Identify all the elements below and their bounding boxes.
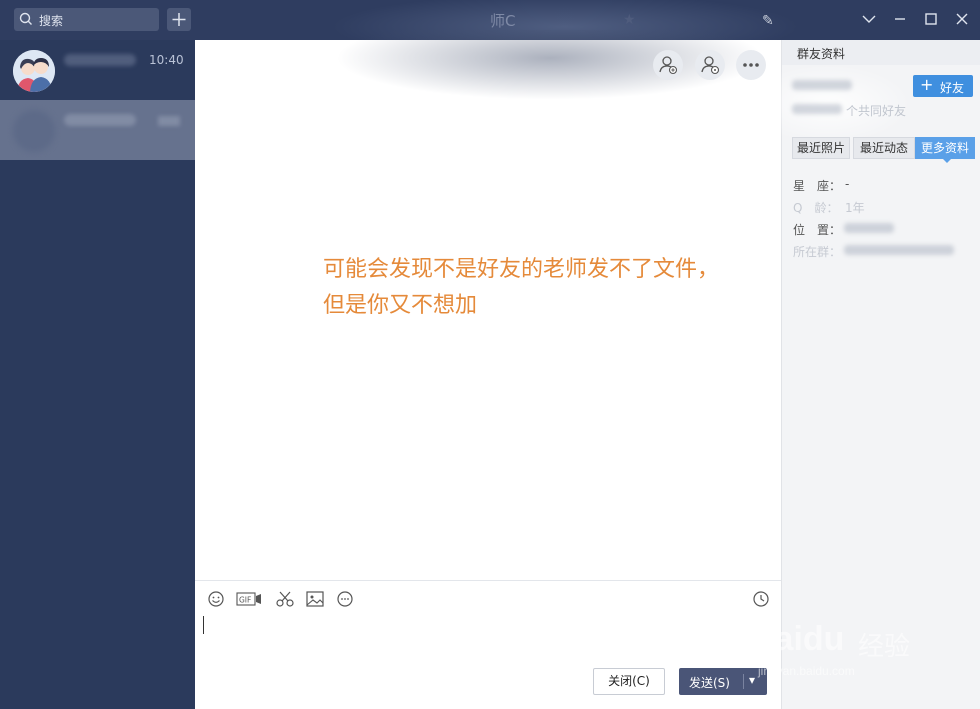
send-separator: [743, 674, 744, 689]
tab-more-info[interactable]: 更多资料: [915, 137, 975, 163]
watermark-brand: Baidu: [750, 620, 845, 658]
tab-recent-activity[interactable]: 最近动态: [853, 137, 915, 159]
annotation-line: 但是你又不想加: [323, 293, 478, 318]
mutual-friends-text: 个共同好友: [846, 104, 907, 118]
age-value: 1年: [845, 201, 865, 215]
maximize-icon[interactable]: [922, 10, 940, 28]
add-friend-button[interactable]: + 好友: [913, 75, 973, 97]
add-user-icon: [659, 56, 678, 75]
input-divider: [195, 580, 781, 581]
couple-avatar-icon: [13, 50, 55, 92]
plus-icon: +: [920, 75, 934, 94]
zodiac-value: -: [845, 177, 850, 191]
user-settings-icon: [701, 56, 720, 75]
text-cursor[interactable]: [203, 616, 204, 634]
chat-title: 师C: [490, 12, 516, 30]
watermark-url: jingyan.baidu.com: [758, 664, 855, 678]
add-friend-label: 好友: [940, 81, 965, 95]
edit-icon[interactable]: ✎: [762, 13, 774, 29]
location-label: 位 置：: [793, 223, 842, 237]
scissors-icon[interactable]: [275, 590, 295, 608]
last-message-time: 10:40: [149, 53, 184, 67]
send-label[interactable]: 发送(S): [689, 674, 730, 691]
search-box[interactable]: 搜索: [14, 8, 159, 31]
conversation-item[interactable]: 10:40: [0, 40, 195, 100]
chevron-down-icon[interactable]: [860, 10, 878, 28]
more-icon: [743, 63, 759, 67]
annotation-line: 可能会发现不是好友的老师发不了文件，: [323, 257, 720, 282]
location-value-blurred: [844, 223, 894, 233]
gif-icon[interactable]: GIF: [236, 590, 262, 608]
conversation-item-selected[interactable]: [0, 100, 195, 160]
image-icon[interactable]: [305, 590, 325, 608]
group-value-blurred: [844, 245, 954, 255]
contact-name-blurred: [64, 54, 136, 66]
conversation-list: 10:40: [0, 40, 195, 709]
search-placeholder[interactable]: 搜索: [39, 12, 63, 29]
member-settings-button[interactable]: [695, 50, 725, 80]
svg-text:GIF: GIF: [239, 596, 251, 605]
last-message-time: [158, 116, 180, 126]
annotation-text: 可能会发现不是好友的老师发不了文件， 但是你又不想加: [323, 252, 773, 324]
more-tools-icon[interactable]: [335, 590, 355, 608]
close-icon[interactable]: [953, 10, 971, 28]
avatar: [13, 50, 55, 92]
create-button[interactable]: [167, 8, 191, 31]
avatar: [13, 110, 55, 152]
member-name-blurred: [792, 80, 852, 90]
plus-icon: [172, 13, 186, 26]
star-icon[interactable]: ★: [623, 12, 636, 28]
tab-recent-photos[interactable]: 最近照片: [792, 137, 850, 159]
panel-title: 群友资料: [797, 47, 846, 61]
group-label: 所在群：: [793, 245, 842, 259]
close-button[interactable]: 关闭(C): [593, 668, 665, 695]
invite-member-button[interactable]: [653, 50, 683, 80]
contact-name-blurred: [64, 114, 136, 126]
more-options-button[interactable]: [736, 50, 766, 80]
minimize-icon[interactable]: [891, 10, 909, 28]
zodiac-label: 星 座：: [793, 179, 842, 193]
watermark-brand-cn: 经验: [858, 632, 911, 662]
panel-header: 群友资料: [782, 40, 980, 65]
mutual-count-blurred: [792, 104, 842, 114]
search-icon: [19, 12, 32, 25]
baidu-watermark: Baidu 经验 jingyan.baidu.com: [750, 600, 970, 690]
chat-area: 可能会发现不是好友的老师发不了文件， 但是你又不想加 GIF 关闭(C) 发送(…: [195, 30, 781, 709]
emoji-icon[interactable]: [206, 590, 226, 608]
age-label: Q 龄：: [793, 201, 839, 215]
